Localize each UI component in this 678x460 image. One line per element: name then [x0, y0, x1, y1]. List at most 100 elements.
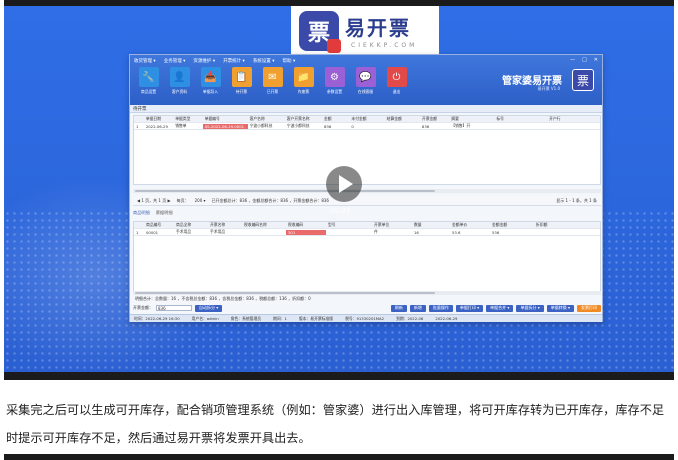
column-header[interactable]: 金额单价	[450, 222, 490, 228]
table-header: 商品编号 商品全称 开票名称 税收编码名称 税收编码 型号 开票单位 数量 金额单价 金额金额 折扣…	[134, 222, 600, 229]
column-header[interactable]: 结算金额	[385, 116, 420, 122]
table-cell: 手术用品	[176, 229, 192, 234]
scroll-thumb[interactable]	[135, 190, 435, 192]
column-header[interactable]: 税收编码名称	[242, 222, 286, 228]
status-item: 期间：1	[273, 315, 287, 321]
status-item: 时间：2022-06-29 16:30	[134, 315, 180, 321]
toolbar-button[interactable]: 🔧 商品设置	[136, 67, 161, 95]
video-player[interactable]: 票 易开票 CIEKKP.COM 收货管理 ▾ 业务管理 ▾ 资源维护 ▾ 开票统计 …	[4, 6, 674, 380]
toolbar-button[interactable]: ⚙ 参数设置	[322, 67, 347, 95]
invoice-amount-input[interactable]: 836	[156, 305, 192, 311]
toolbar-label: 单据导入	[202, 89, 219, 94]
column-header[interactable]: 单据编号	[203, 116, 248, 122]
pager-nav[interactable]: ◀ 1 页，共 1 页 ▶	[137, 198, 171, 204]
column-header[interactable]: 商品编号	[144, 222, 174, 228]
action-button[interactable]: 新增	[409, 304, 426, 312]
print-invoice-button[interactable]: 发票打印	[577, 304, 601, 312]
tab-invoice-detail[interactable]: 票据明细	[156, 210, 173, 216]
action-button[interactable]: 批量操作	[428, 304, 453, 312]
column-header[interactable]: 客户名称	[248, 116, 285, 122]
table-cell: 手术用品	[210, 229, 226, 234]
column-header[interactable]: 客户开票名称	[285, 116, 322, 122]
column-header[interactable]: 单据日期	[144, 116, 173, 122]
goods-table-scrollbar[interactable]	[133, 291, 601, 295]
tab-goods-detail[interactable]: 商品明细	[133, 210, 150, 216]
table-cell: 销售单	[175, 123, 187, 128]
toolbar-button[interactable]: 📋 待开票	[229, 67, 254, 95]
column-header[interactable]: 型号	[326, 222, 372, 228]
column-header[interactable]: 标号	[494, 116, 547, 122]
table-cell: 16	[414, 229, 419, 235]
toolbar-button[interactable]: 💬 在线客服	[353, 67, 378, 95]
table-row[interactable]: 1 2022-06-29 销售单 XS-2022-06-29-0001 宁波小都科技 宁波…	[134, 123, 600, 130]
toolbar-label: 客户资料	[171, 89, 188, 94]
close-icon[interactable]: ✕	[594, 57, 598, 63]
goods-table: 商品编号 商品全称 开票名称 税收编码名称 税收编码 型号 开票单位 数量 金额单价 金额金额 折扣…	[133, 221, 601, 293]
table-cell: 53.6	[452, 229, 461, 235]
table-cell: 1	[136, 123, 139, 129]
status-item: 版本：易开票标准版	[298, 315, 334, 321]
per-page-select[interactable]: 200 ▾	[195, 198, 206, 203]
menu-item[interactable]: 资源维护 ▾	[193, 58, 215, 64]
invoice-table: 单据日期 单据类型 单据编号 客户名称 客户开票名称 金额 未付金额 结算金额 开票金额 摘要 标号…	[133, 115, 601, 185]
menu-bar: 收货管理 ▾ 业务管理 ▾ 资源维护 ▾ 开票统计 ▾ 系统设置 ▾ 帮助 ▾	[134, 58, 295, 64]
toolbar-icon: ✉	[262, 67, 283, 87]
column-header[interactable]: 单据类型	[173, 116, 202, 122]
menu-item[interactable]: 帮助 ▾	[283, 58, 296, 64]
table-header: 单据日期 单据类型 单据编号 客户名称 客户开票名称 金额 未付金额 结算金额 开票金额 摘要 标号…	[134, 116, 600, 123]
toolbar-button[interactable]: 📁 作废票	[291, 67, 316, 95]
column-header[interactable]: 开票金额	[420, 116, 449, 122]
toolbar-icon: 📥	[200, 67, 221, 87]
status-item: 到期：2022-06	[396, 315, 424, 321]
app-header: 收货管理 ▾ 业务管理 ▾ 资源维护 ▾ 开票统计 ▾ 系统设置 ▾ 帮助 ▾ — □ ✕ 🔧…	[130, 55, 602, 105]
menu-item[interactable]: 业务管理 ▾	[164, 58, 186, 64]
action-button[interactable]: 单据合并 ▾	[486, 304, 514, 312]
table-cell: 00001	[146, 229, 159, 235]
logo-name: 易开票	[345, 16, 411, 40]
menu-item[interactable]: 系统设置 ▾	[253, 58, 275, 64]
table-cell: 836	[421, 123, 430, 129]
menu-item[interactable]: 开票统计 ▾	[223, 58, 245, 64]
app-brand-title: 管家婆易开票	[502, 76, 562, 87]
column-header[interactable]: 开户行	[547, 116, 600, 122]
column-header[interactable]: 税收编码	[286, 222, 326, 228]
column-header[interactable]: 折扣额	[534, 222, 580, 228]
toolbar: 🔧 商品设置 👤 客户资料 📥 单据导入 📋 待开票 ✉ 已开票 📁 作废票 ⚙ 参数设置 💬 在线客服 ⏻ 退出	[136, 67, 409, 95]
play-button[interactable]	[326, 166, 362, 202]
tab-strip: 待开票	[130, 105, 602, 113]
table-cell: 836	[324, 123, 332, 129]
detail-summary: 明细合计：总数量：16 ，不含税总金额：836 ，含税总金额：836 ，税额总额…	[135, 296, 311, 301]
action-button[interactable]: 单据打印 ▾	[455, 304, 484, 312]
action-button[interactable]: 自动拆分 ▾	[195, 304, 223, 312]
table-cell: 1	[136, 229, 139, 235]
status-item: 2022-06-29	[435, 316, 458, 321]
toolbar-label: 待开票	[235, 89, 248, 94]
scroll-thumb[interactable]	[135, 292, 435, 294]
toolbar-button[interactable]: 👤 客户资料	[167, 67, 192, 95]
menu-item[interactable]: 收货管理 ▾	[134, 58, 156, 64]
column-header[interactable]: 未付金额	[349, 116, 384, 122]
action-button[interactable]: 刷新	[390, 304, 407, 312]
column-header[interactable]: 金额	[322, 116, 349, 122]
toolbar-icon: ⚙	[324, 67, 345, 87]
toolbar-label: 退出	[392, 89, 401, 94]
table-cell: 536	[492, 229, 500, 235]
column-header[interactable]: 金额金额	[490, 222, 534, 228]
minimize-icon[interactable]: —	[570, 57, 575, 63]
column-header[interactable]: 数量	[412, 222, 450, 228]
invoice-table-scrollbar[interactable]	[133, 189, 601, 193]
tab-pending-invoices[interactable]: 待开票	[133, 106, 147, 112]
toolbar-icon: 🔧	[138, 67, 159, 87]
action-button[interactable]: 单据转换 ▾	[546, 304, 574, 312]
maximize-icon[interactable]: □	[582, 57, 587, 63]
column-header[interactable]: 商品全称	[174, 222, 208, 228]
app-brand-version: 易开票 V1.0	[537, 86, 560, 91]
toolbar-button[interactable]: ✉ 已开票	[260, 67, 285, 95]
toolbar-button[interactable]: ⏻ 退出	[384, 67, 409, 95]
column-header[interactable]: 摘要	[449, 116, 494, 122]
column-header[interactable]: 开票名称	[208, 222, 242, 228]
column-header[interactable]: 开票单位	[372, 222, 412, 228]
toolbar-button[interactable]: 📥 单据导入	[198, 67, 223, 95]
action-button[interactable]: 单据拆分 ▾	[516, 304, 544, 312]
table-row[interactable]: 1 00001 手术用品 手术用品 301 件 16 53.6 536	[134, 229, 600, 236]
